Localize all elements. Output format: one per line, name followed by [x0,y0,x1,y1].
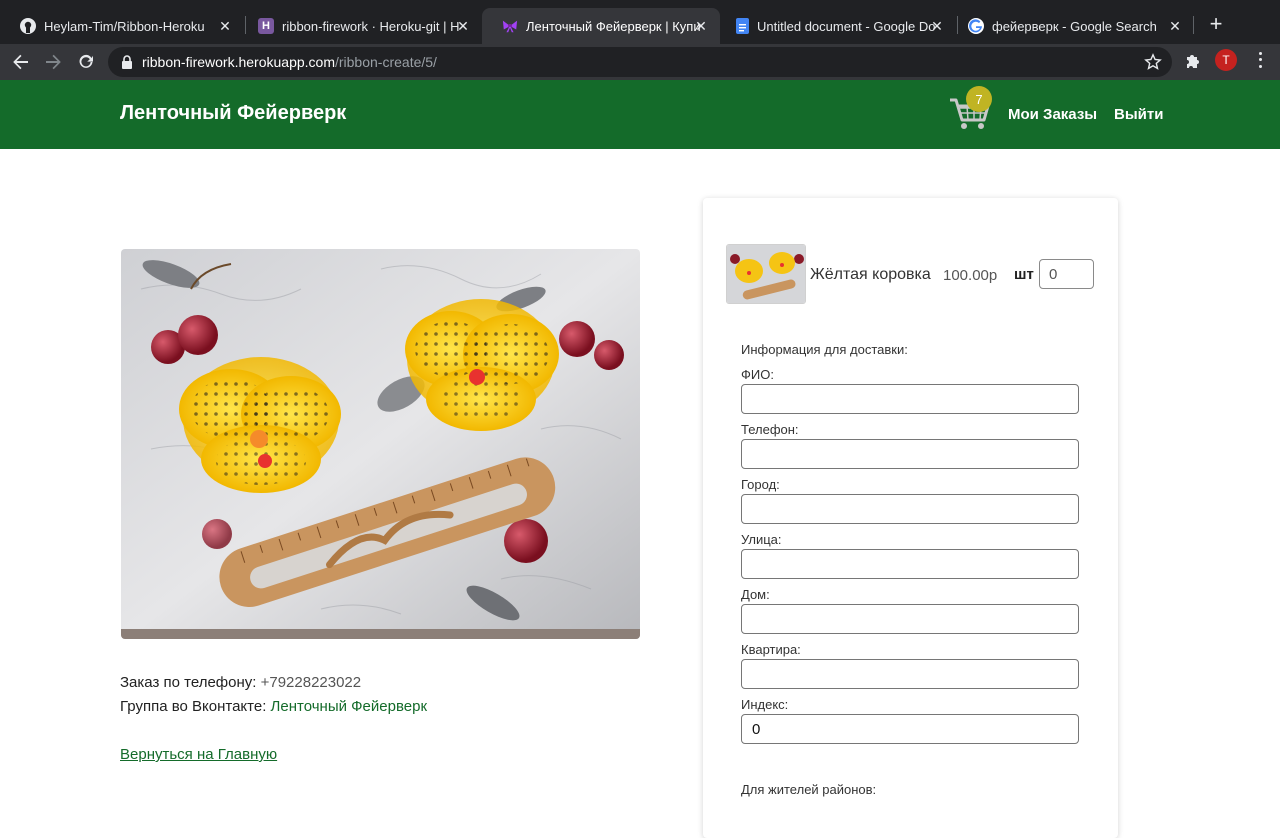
site-header: Ленточный Фейерверк Мои Заказы Выйти [0,80,1280,149]
forward-arrow-icon[interactable] [40,49,66,75]
cart-count-badge: 7 [966,86,992,112]
back-to-home-link[interactable]: Вернуться на Главную [120,746,277,763]
tab-separator [1193,16,1194,34]
my-orders-link[interactable]: Мои Заказы [1008,106,1097,123]
quantity-input[interactable]: 0 [1039,259,1094,289]
vk-label: Группа во Вконтакте: [120,698,267,715]
tab-google-search[interactable]: фейерверк - Google Search ✕ [948,8,1194,44]
full-name-label: ФИО: [741,367,774,382]
full-name-field[interactable] [741,384,1079,414]
product-photo [121,249,640,639]
product-thumbnail [726,244,806,304]
heroku-icon: H [258,18,274,34]
new-tab-icon[interactable]: + [1204,13,1228,37]
house-label: Дом: [741,587,770,602]
tab-google-docs[interactable]: Untitled document - Google Do ✕ [716,8,956,44]
github-icon [20,18,36,34]
postal-index-field[interactable]: 0 [741,714,1079,744]
city-field[interactable] [741,494,1079,524]
street-field[interactable] [741,549,1079,579]
close-tab-icon[interactable]: ✕ [216,17,234,35]
url-text: ribbon-firework.herokuapp.com/ribbon-cre… [142,54,437,70]
logout-link[interactable]: Выйти [1114,106,1163,123]
google-docs-icon [736,18,749,34]
phone-line: Заказ по телефону: +79228223022 [120,674,361,691]
browser-toolbar: ribbon-firework.herokuapp.com/ribbon-cre… [0,44,1280,80]
phone-field[interactable] [741,439,1079,469]
quantity-label: шт [1014,266,1034,283]
apartment-label: Квартира: [741,642,801,657]
lock-icon [120,55,134,69]
browser-menu-icon[interactable] [1252,50,1268,70]
profile-avatar[interactable]: T [1215,49,1237,71]
hair-bows-photo [121,249,640,639]
house-field[interactable] [741,604,1079,634]
apartment-field[interactable] [741,659,1079,689]
close-tab-icon[interactable]: ✕ [1166,17,1184,35]
browser-tab-bar: Heylam-Tim/Ribbon-Heroku ✕ H ribbon-fire… [0,0,1280,44]
order-product-name: Жёлтая коровка [810,266,931,283]
street-label: Улица: [741,532,782,547]
address-bar[interactable]: ribbon-firework.herokuapp.com/ribbon-cre… [108,47,1172,77]
reload-icon[interactable] [73,49,99,75]
vk-group-link[interactable]: Ленточный Фейерверк [271,698,427,715]
order-form-card: Жёлтая коровка 100.00р шт 0 Информация д… [703,198,1118,838]
delivery-info-title: Информация для доставки: [741,342,908,357]
tab-heroku[interactable]: H ribbon-firework · Heroku-git | H ✕ [238,8,482,44]
extensions-puzzle-icon[interactable] [1184,52,1202,70]
districts-label: Для жителей районов: [741,782,877,797]
phone-number: +79228223022 [260,674,362,691]
bookmark-star-icon[interactable] [1144,53,1162,71]
city-label: Город: [741,477,780,492]
google-icon [968,18,984,34]
phone-label: Заказ по телефону: [120,674,257,691]
vk-line: Группа во Вконтакте: Ленточный Фейерверк [120,698,427,715]
phone-field-label: Телефон: [741,422,799,437]
site-brand[interactable]: Ленточный Фейерверк [120,102,346,125]
order-product-price: 100.00р [943,267,998,284]
close-tab-icon[interactable]: ✕ [928,17,946,35]
close-tab-icon[interactable]: ✕ [692,17,710,35]
back-arrow-icon[interactable] [8,49,34,75]
tab-github[interactable]: Heylam-Tim/Ribbon-Heroku ✕ [0,8,244,44]
tab-ribbon-firework[interactable]: Ленточный Фейерверк | Купи ✕ [482,8,720,44]
close-tab-icon[interactable]: ✕ [454,17,472,35]
ribbon-bow-icon [502,18,518,34]
postal-index-label: Индекс: [741,697,789,712]
